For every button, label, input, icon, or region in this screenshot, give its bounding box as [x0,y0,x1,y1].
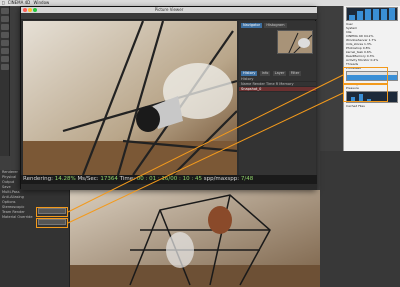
callout-line [67,74,344,213]
callout-lines [67,74,344,224]
callout-line [67,92,344,224]
